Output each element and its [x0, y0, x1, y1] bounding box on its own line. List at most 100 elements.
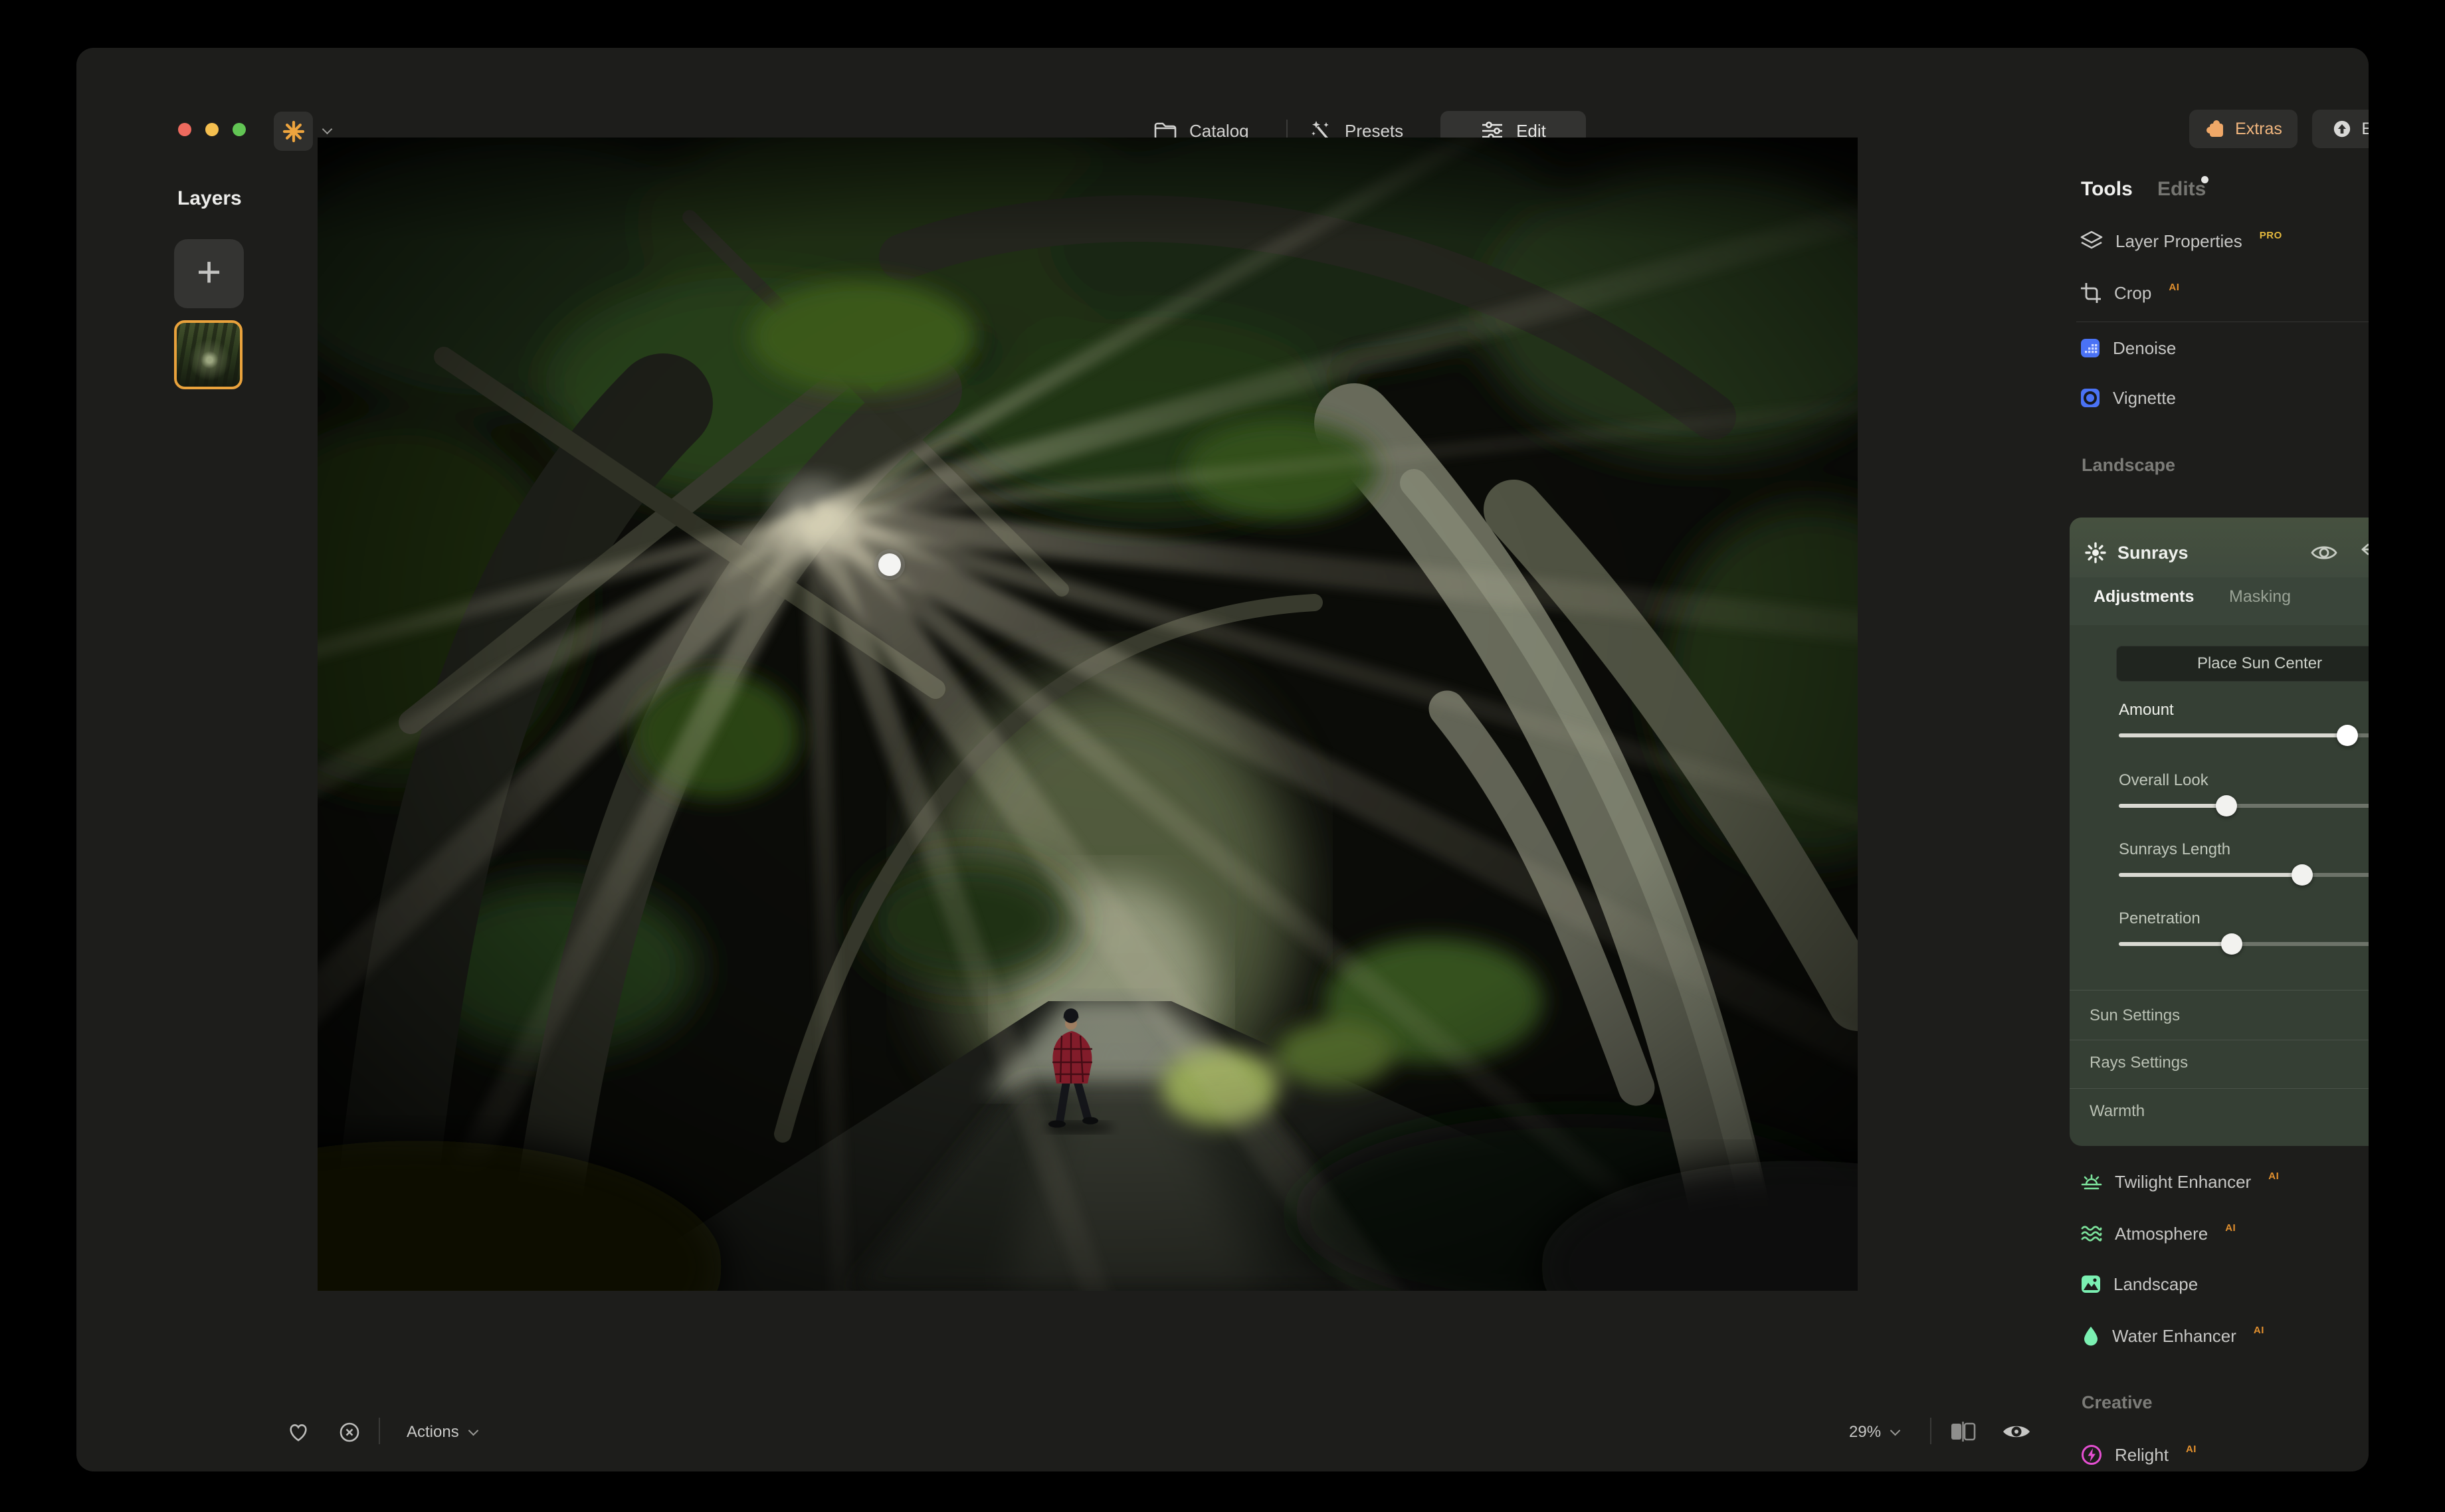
place-sun-center-label: Place Sun Center [2197, 654, 2322, 673]
place-sun-center-button[interactable]: Place Sun Center [2116, 646, 2369, 682]
tab-edits[interactable]: Edits [2157, 178, 2206, 201]
section-sun-settings[interactable]: Sun Settings [2090, 1002, 2369, 1029]
zoom-chevron-icon [1890, 1425, 1901, 1436]
section-creative: Creative [2082, 1392, 2153, 1413]
slider-label: Penetration [2119, 909, 2200, 928]
ai-badge: AI [2268, 1171, 2279, 1182]
sunburst-icon [282, 120, 305, 143]
ai-badge: AI [2186, 1444, 2197, 1455]
edits-badge-dot [2201, 176, 2208, 183]
sunrays-length-slider-track[interactable] [2119, 873, 2369, 877]
tab-tools[interactable]: Tools [2081, 178, 2133, 201]
slider-overall-look: Overall Look 38 [2119, 769, 2369, 808]
section-label: Warmth [2090, 1102, 2145, 1121]
sunrays-title: Sunrays [2117, 543, 2189, 563]
visibility-eye-icon[interactable] [2310, 543, 2338, 563]
reject-icon[interactable] [339, 1422, 360, 1443]
relight-bolt-icon [2080, 1444, 2103, 1466]
slider-fill [2119, 804, 2226, 808]
sunrays-icon [2084, 541, 2107, 564]
app-menu-chevron-icon[interactable] [322, 124, 333, 135]
slider-fill [2119, 733, 2347, 737]
tool-label: Landscape [2113, 1274, 2198, 1295]
zoom-dropdown[interactable]: 29% [1849, 1418, 1899, 1447]
actions-dropdown[interactable]: Actions [407, 1418, 477, 1447]
penetration-slider-track[interactable] [2119, 942, 2369, 946]
export-button[interactable]: Export [2312, 110, 2369, 148]
slider-label: Amount [2119, 701, 2174, 719]
app-menu-button[interactable] [274, 112, 313, 151]
ai-badge: AI [2254, 1325, 2264, 1336]
zoom-level: 29% [1849, 1423, 1881, 1442]
slider-fill [2119, 942, 2232, 946]
overall-look-slider-track[interactable] [2119, 804, 2369, 808]
add-layer-button[interactable]: + [174, 239, 244, 308]
slider-label: Overall Look [2119, 771, 2208, 790]
slider-amount: Amount 81 [2119, 699, 2369, 737]
tool-label: Atmosphere [2115, 1224, 2208, 1244]
tab-adjustments[interactable]: Adjustments [2094, 587, 2194, 607]
section-label: Rays Settings [2090, 1054, 2188, 1072]
tool-vignette[interactable]: Vignette [2080, 383, 2176, 413]
section-label: Sun Settings [2090, 1006, 2180, 1025]
tool-label: Twilight Enhancer [2115, 1172, 2251, 1192]
panel-divider [2070, 990, 2369, 991]
puzzle-icon [2204, 118, 2226, 140]
compare-icon[interactable] [1949, 1420, 1978, 1443]
minimize-button[interactable] [205, 123, 219, 136]
close-button[interactable] [178, 123, 191, 136]
section-warmth[interactable]: Warmth [2090, 1098, 2369, 1125]
zoom-button[interactable] [233, 123, 246, 136]
layers-stack-icon [2080, 230, 2103, 252]
section-landscape: Landscape [2082, 455, 2175, 476]
penetration-slider-knob[interactable] [2221, 933, 2242, 955]
water-droplet-icon [2082, 1325, 2100, 1347]
haze-waves-icon [2080, 1223, 2103, 1244]
tool-landscape[interactable]: Landscape [2080, 1270, 2198, 1299]
section-rays-settings[interactable]: Rays Settings [2090, 1050, 2369, 1076]
actions-label: Actions [407, 1423, 459, 1442]
favorite-heart-icon[interactable] [287, 1422, 310, 1443]
export-arrow-icon [2332, 119, 2352, 139]
overall-look-slider-knob[interactable] [2216, 795, 2237, 816]
statusbar-divider-2 [1930, 1418, 1931, 1444]
tool-relight[interactable]: Relight AI [2080, 1440, 2197, 1469]
extras-button[interactable]: Extras [2189, 110, 2298, 148]
slider-fill [2119, 873, 2302, 877]
extras-label: Extras [2235, 120, 2282, 139]
panel-divider [2070, 1088, 2369, 1089]
crop-frame-icon [2080, 282, 2102, 304]
ai-badge: AI [2225, 1222, 2236, 1234]
slider-sunrays-length: Sunrays Length 65 [2119, 838, 2369, 877]
app-window: Catalog Presets Edit Extras [76, 48, 2369, 1471]
ai-badge: AI [2169, 282, 2179, 293]
tool-crop[interactable]: Crop AI [2080, 278, 2179, 308]
tab-masking[interactable]: Masking [2229, 587, 2291, 607]
slider-label: Sunrays Length [2119, 840, 2230, 859]
statusbar-divider [379, 1418, 380, 1444]
tool-layer-properties[interactable]: Layer Properties PRO [2080, 227, 2282, 256]
amount-slider-track[interactable] [2119, 733, 2369, 737]
slider-penetration: Penetration 40 [2119, 907, 2369, 946]
amount-slider-knob[interactable] [2337, 725, 2358, 746]
tool-label: Vignette [2113, 388, 2176, 409]
preview-eye-icon[interactable] [2001, 1420, 2032, 1443]
photo-canvas[interactable] [318, 138, 1858, 1291]
tool-twilight-enhancer[interactable]: Twilight Enhancer AI [2080, 1167, 2279, 1196]
tool-denoise[interactable]: Denoise [2080, 333, 2176, 363]
sun-center-handle[interactable] [878, 553, 901, 576]
undo-icon[interactable] [2359, 542, 2369, 563]
layer-thumbnail[interactable] [174, 320, 243, 389]
sunrise-icon [2080, 1171, 2103, 1192]
tool-label: Relight [2115, 1445, 2169, 1465]
plus-icon: + [197, 247, 221, 296]
tool-label: Water Enhancer [2112, 1326, 2236, 1347]
layers-title: Layers [177, 187, 242, 210]
landscape-image-icon [2080, 1274, 2102, 1294]
tool-label: Layer Properties [2115, 231, 2242, 252]
tool-atmosphere[interactable]: Atmosphere AI [2080, 1219, 2236, 1248]
sunrays-length-slider-knob[interactable] [2292, 864, 2313, 886]
denoise-square-icon [2080, 337, 2101, 359]
tool-water-enhancer[interactable]: Water Enhancer AI [2082, 1321, 2264, 1351]
vignette-square-icon [2080, 387, 2101, 409]
